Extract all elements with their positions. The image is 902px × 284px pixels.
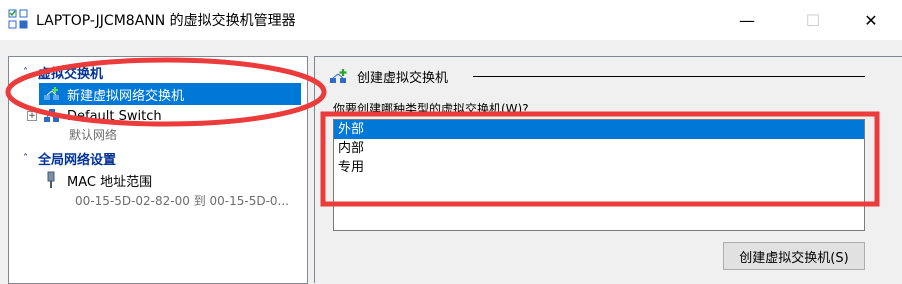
tree-item-new-vswitch[interactable]: 新建虚拟网络交换机 bbox=[39, 83, 301, 105]
switch-type-question: 你要创建哪种类型的虚拟交换机(W)? bbox=[333, 102, 529, 116]
close-button[interactable]: ✕ bbox=[848, 6, 894, 34]
network-switch-icon bbox=[44, 109, 59, 122]
create-switch-icon bbox=[330, 68, 347, 83]
panel-title: 创建虚拟交换机 bbox=[329, 67, 448, 86]
new-network-switch-icon bbox=[44, 87, 59, 100]
default-switch-subtitle: 默认网络 bbox=[69, 128, 118, 142]
option-internal[interactable]: 内部 bbox=[334, 139, 864, 158]
option-external[interactable]: 外部 bbox=[334, 120, 864, 139]
network-adapter-icon bbox=[47, 171, 55, 188]
create-vswitch-button[interactable]: 创建虚拟交换机(S) bbox=[723, 242, 865, 270]
window-title: LAPTOP-JJCM8ANN 的虚拟交换机管理器 bbox=[36, 13, 296, 29]
tree-item-default-switch[interactable]: Default Switch bbox=[39, 107, 162, 125]
details-panel: 创建虚拟交换机 你要创建哪种类型的虚拟交换机(W)? 外部 内部 专用 创建虚拟… bbox=[314, 56, 902, 283]
maximize-button[interactable]: ☐ bbox=[790, 6, 836, 34]
option-private[interactable]: 专用 bbox=[334, 158, 864, 177]
section-global-settings[interactable]: ˄ 全局网络设置 bbox=[23, 149, 116, 168]
minimize-button[interactable]: — bbox=[724, 6, 770, 34]
collapse-chevron-icon[interactable]: ˄ bbox=[23, 67, 28, 78]
switch-type-listbox[interactable]: 外部 内部 专用 bbox=[333, 119, 865, 231]
expand-icon[interactable]: + bbox=[27, 111, 37, 121]
collapse-chevron-icon[interactable]: ˄ bbox=[23, 153, 28, 164]
section-vswitch[interactable]: ˄ 虚拟交换机 bbox=[23, 63, 103, 82]
title-bar: LAPTOP-JJCM8ANN 的虚拟交换机管理器 — ☐ ✕ bbox=[0, 0, 902, 40]
navigation-tree: ˄ 虚拟交换机 新建虚拟网络交换机 + Default Switch 默认网络 … bbox=[8, 56, 308, 284]
mac-range-subtitle: 00-15-5D-02-82-00 到 00-15-5D-0... bbox=[75, 194, 289, 208]
vswitch-manager-icon bbox=[8, 9, 28, 29]
tree-item-mac-range[interactable]: MAC 地址范围 bbox=[45, 171, 152, 190]
title-divider bbox=[473, 76, 865, 77]
